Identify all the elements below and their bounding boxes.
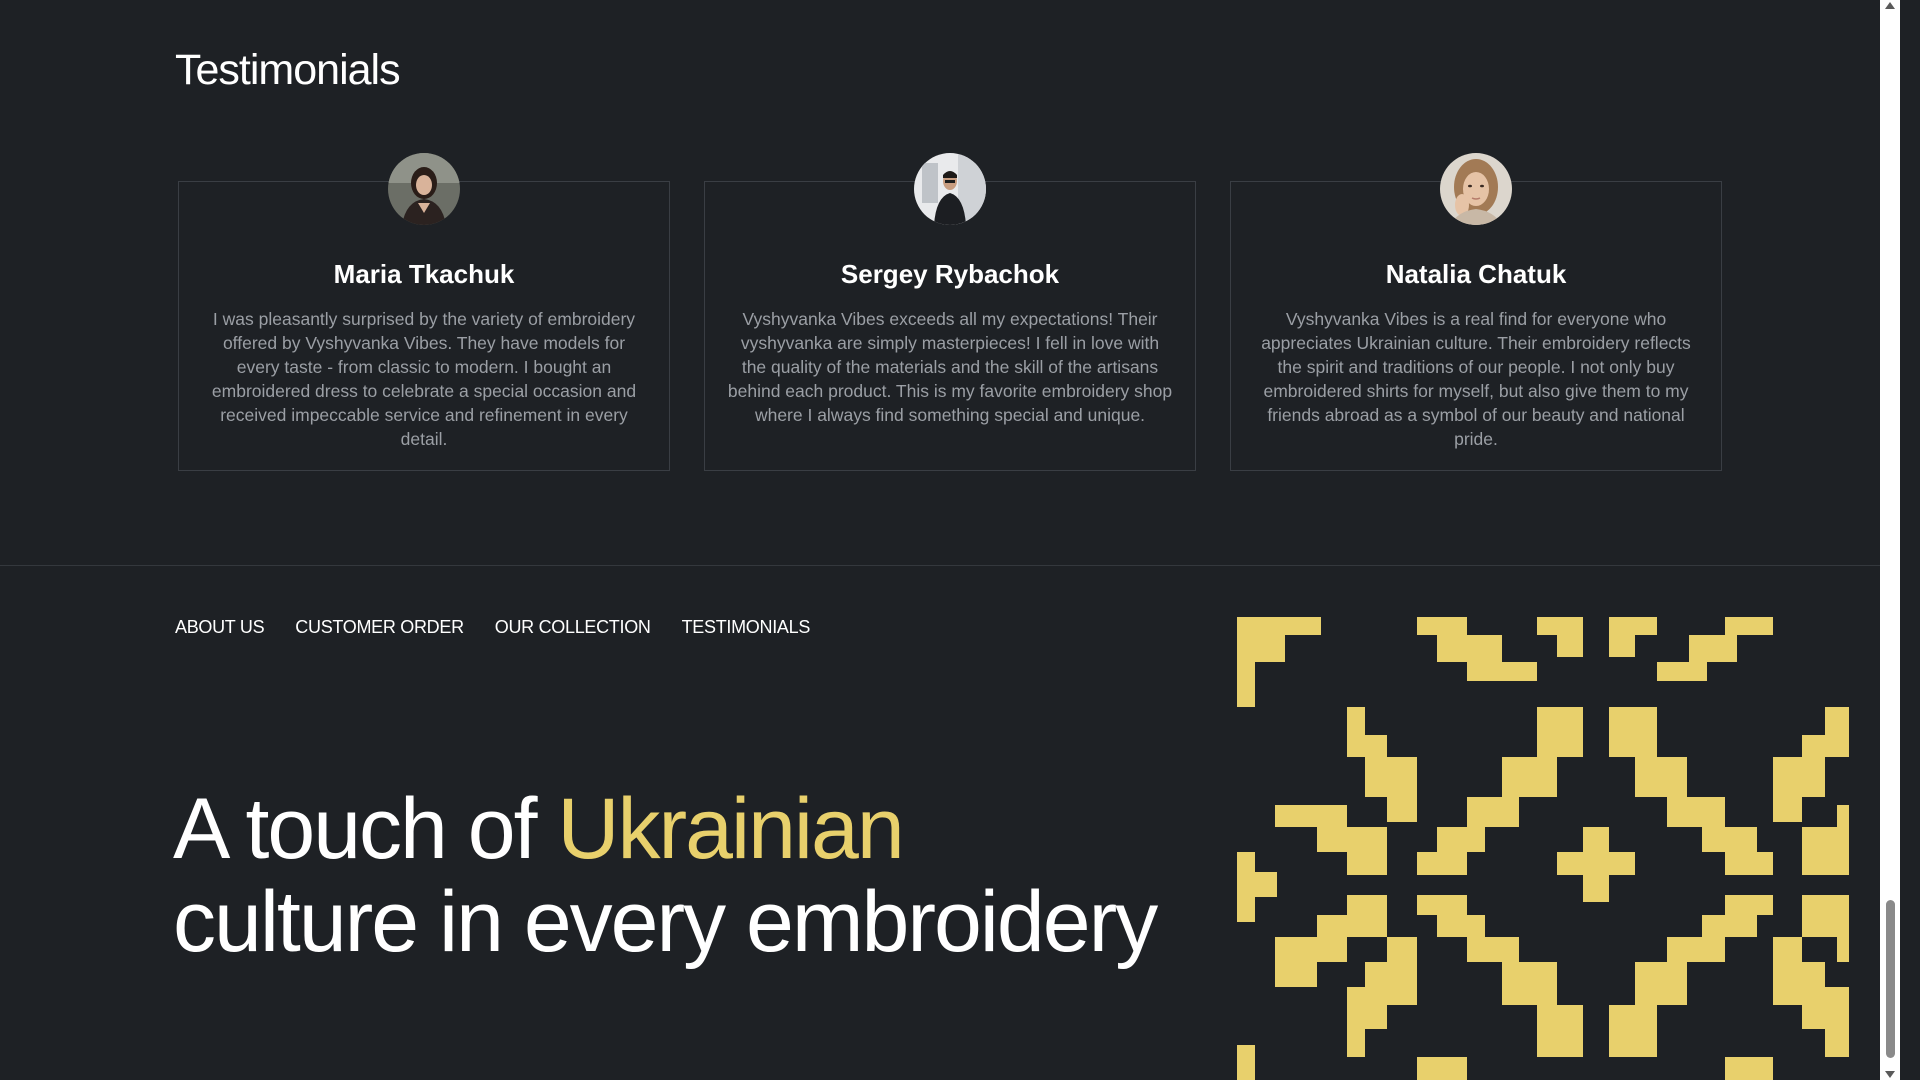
page: Testimonials Maria Tkachuk I was pleasan… [0,0,1900,1080]
testimonials-title: Testimonials [175,46,401,94]
testimonial-quote: Vyshyvanka Vibes exceeds all my expectat… [727,309,1173,425]
hero-text-start: A touch of [173,781,558,877]
testimonial-quote: Vyshyvanka Vibes is a real find for ever… [1261,309,1691,449]
testimonial-quote: I was pleasantly surprised by the variet… [211,309,637,449]
testimonial-card: Sergey Rybachok Vyshyvanka Vibes exceeds… [704,153,1196,471]
embroidery-pattern-icon [1237,617,1849,1080]
avatar [914,153,986,225]
scroll-down-icon[interactable] [1885,1071,1895,1078]
footer-divider [0,565,1900,566]
testimonial-name: Natalia Chatuk [1385,259,1567,289]
testimonial-name: Sergey Rybachok [840,259,1060,289]
footer-link-testimonials[interactable]: TESTIMONIALS [682,617,811,638]
hero-text-end: culture in every embroidery [173,874,1158,970]
scroll-up-icon[interactable] [1885,2,1895,9]
avatar [1440,153,1512,225]
footer-nav: ABOUT US CUSTOMER ORDER OUR COLLECTION T… [175,617,810,638]
scrollbar[interactable] [1880,0,1900,1080]
footer-link-our-collection[interactable]: OUR COLLECTION [495,617,651,638]
testimonial-card: Natalia Chatuk Vyshyvanka Vibes is a rea… [1230,153,1722,471]
hero-text-accent: Ukrainian [557,781,904,877]
scrollbar-thumb[interactable] [1886,900,1895,1058]
footer-link-about-us[interactable]: ABOUT US [175,617,265,638]
testimonial-card: Maria Tkachuk I was pleasantly surprised… [178,153,670,471]
footer-link-customer-order[interactable]: CUSTOMER ORDER [295,617,464,638]
footer-hero-heading: A touch of Ukrainian culture in every emb… [173,781,1158,970]
testimonial-name: Maria Tkachuk [333,259,515,289]
avatar [388,153,460,225]
